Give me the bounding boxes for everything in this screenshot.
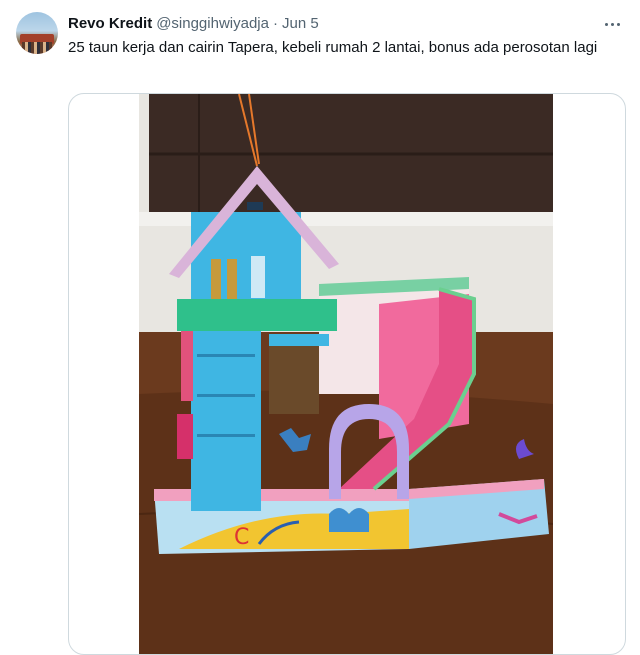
tweet-date[interactable]: Jun 5 xyxy=(282,15,319,32)
avatar-people xyxy=(22,42,52,54)
tweet-media[interactable]: C xyxy=(68,93,626,655)
tweet-photo[interactable]: C xyxy=(139,94,553,654)
author-handle[interactable]: @singgihwiyadja xyxy=(156,15,269,32)
more-horizontal-icon[interactable] xyxy=(600,14,624,34)
more-dot xyxy=(610,22,614,26)
separator-dot: · xyxy=(272,14,278,32)
avatar[interactable] xyxy=(16,12,58,54)
tweet-header: Revo Kredit @singgihwiyadja · Jun 5 xyxy=(68,13,319,33)
svg-text:C: C xyxy=(234,525,249,550)
author-name[interactable]: Revo Kredit xyxy=(68,15,152,32)
more-dot xyxy=(604,22,608,26)
more-dot xyxy=(616,22,620,26)
tweet-text: 25 taun kerja dan cairin Tapera, kebeli … xyxy=(68,39,598,56)
tweet[interactable]: Revo Kredit @singgihwiyadja · Jun 5 25 t… xyxy=(0,0,640,655)
